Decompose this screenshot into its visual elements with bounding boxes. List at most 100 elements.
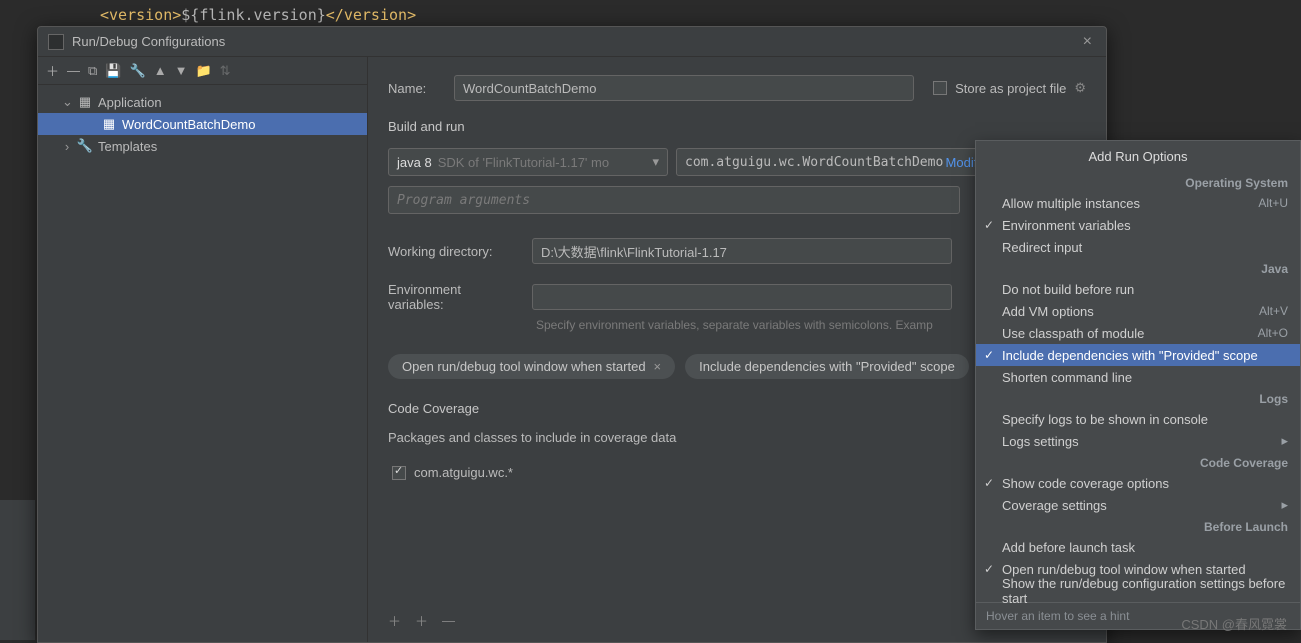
menu-item-label: Include dependencies with "Provided" sco…: [1002, 348, 1258, 363]
menu-section-head: Code Coverage: [976, 452, 1300, 472]
jre-value: java 8: [397, 155, 432, 170]
menu-item-label: Allow multiple instances: [1002, 196, 1140, 211]
menu-item[interactable]: Redirect input: [976, 236, 1300, 258]
menu-item-label: Open run/debug tool window when started: [1002, 562, 1246, 577]
tree-node-templates[interactable]: › 🔧 Templates: [38, 135, 367, 157]
working-dir-input[interactable]: [532, 238, 952, 264]
run-debug-dialog: Run/Debug Configurations × ＋ — ⧉ 💾 🔧 ▲ ▼…: [37, 26, 1107, 643]
menu-item[interactable]: Show the run/debug configuration setting…: [976, 580, 1300, 602]
close-icon[interactable]: ×: [1079, 33, 1096, 51]
chevron-right-icon[interactable]: ›: [62, 139, 72, 154]
check-icon: ✓: [984, 218, 994, 232]
copy-icon[interactable]: ⧉: [88, 63, 97, 79]
menu-item-hotkey: Alt+U: [1258, 196, 1288, 210]
watermark: CSDN @春风霓裳: [1181, 614, 1287, 633]
name-label: Name:: [388, 81, 440, 96]
application-icon: ▦: [78, 95, 92, 109]
run-config-icon: ▦: [102, 117, 116, 131]
build-and-run-heading: Build and run: [388, 119, 1086, 134]
xml-bracket: <: [100, 6, 109, 24]
save-icon[interactable]: 💾: [105, 63, 121, 79]
menu-section-head: Logs: [976, 388, 1300, 408]
add-package-icon[interactable]: ＋: [415, 611, 428, 630]
sort-icon[interactable]: ⇅: [220, 63, 231, 79]
store-label: Store as project file: [955, 81, 1066, 96]
chip-open-tool-window[interactable]: Open run/debug tool window when started …: [388, 354, 675, 379]
down-icon[interactable]: ▼: [175, 63, 188, 78]
program-arguments-input[interactable]: Program arguments: [388, 186, 960, 214]
xml-bracket: >: [172, 6, 181, 24]
chevron-down-icon[interactable]: ⌄: [62, 94, 72, 110]
menu-item[interactable]: Use classpath of module Alt+O: [976, 322, 1300, 344]
chevron-right-icon: ▸: [1281, 497, 1288, 513]
left-edge-strip: [0, 500, 36, 640]
menu-item[interactable]: ✓ Environment variables: [976, 214, 1300, 236]
menu-item-label: Show the run/debug configuration setting…: [1002, 576, 1288, 606]
store-as-project-file[interactable]: Store as project file ⚙: [933, 80, 1086, 96]
menu-item[interactable]: Allow multiple instances Alt+U: [976, 192, 1300, 214]
menu-item[interactable]: ✓Include dependencies with "Provided" sc…: [976, 344, 1300, 366]
checkbox-icon[interactable]: [933, 81, 947, 95]
tree-label: WordCountBatchDemo: [122, 117, 255, 132]
folder-icon[interactable]: 📁: [195, 63, 211, 79]
config-tree-panel: ＋ — ⧉ 💾 🔧 ▲ ▼ 📁 ⇅ ⌄ ▦ Application ▦: [38, 57, 368, 642]
add-class-icon[interactable]: ＋: [388, 611, 401, 630]
menu-item-label: Use classpath of module: [1002, 326, 1144, 341]
menu-item-label: Redirect input: [1002, 240, 1082, 255]
jre-description: SDK of 'FlinkTutorial-1.17' mo: [438, 155, 653, 170]
xml-bracket: </: [326, 6, 344, 24]
menu-item-label: Shorten command line: [1002, 370, 1132, 385]
chip-label: Open run/debug tool window when started: [402, 359, 646, 374]
xml-tag: version: [344, 6, 407, 24]
menu-item-hotkey: Alt+O: [1258, 326, 1288, 340]
menu-item-hotkey: Alt+V: [1259, 304, 1288, 318]
program-arguments-placeholder: Program arguments: [397, 193, 530, 208]
chevron-down-icon: ▾: [652, 154, 659, 170]
env-label: Environment variables:: [388, 282, 518, 312]
menu-item-label: Specify logs to be shown in console: [1002, 412, 1208, 427]
chip-label: Include dependencies with "Provided" sco…: [699, 359, 955, 374]
remove-icon[interactable]: —: [67, 63, 80, 78]
menu-item[interactable]: Do not build before run: [976, 278, 1300, 300]
tree-node-application[interactable]: ⌄ ▦ Application: [38, 91, 367, 113]
menu-item-label: Do not build before run: [1002, 282, 1134, 297]
xml-text: ${flink.version}: [181, 6, 326, 24]
dialog-title: Run/Debug Configurations: [72, 34, 1079, 49]
menu-item[interactable]: ✓ Show code coverage options: [976, 472, 1300, 494]
dialog-body: ＋ — ⧉ 💾 🔧 ▲ ▼ 📁 ⇅ ⌄ ▦ Application ▦: [38, 57, 1106, 642]
menu-item[interactable]: Add before launch task: [976, 536, 1300, 558]
menu-item[interactable]: Logs settings▸: [976, 430, 1300, 452]
up-icon[interactable]: ▲: [154, 63, 167, 78]
menu-item-label: Environment variables: [1002, 218, 1131, 233]
tree-node-wordcount[interactable]: ▦ WordCountBatchDemo: [38, 113, 367, 135]
checkbox-checked-icon[interactable]: [392, 466, 406, 480]
add-icon[interactable]: ＋: [46, 61, 59, 80]
menu-item[interactable]: Shorten command line: [976, 366, 1300, 388]
coverage-item-label: com.atguigu.wc.*: [414, 465, 513, 480]
settings-icon[interactable]: 🔧: [130, 63, 146, 79]
coverage-toolbar: ＋ ＋ —: [388, 611, 455, 630]
name-input[interactable]: [454, 75, 914, 101]
menu-title: Add Run Options: [976, 141, 1300, 172]
menu-section-head: Before Launch: [976, 516, 1300, 536]
tree-toolbar: ＋ — ⧉ 💾 🔧 ▲ ▼ 📁 ⇅: [38, 57, 367, 85]
remove-icon[interactable]: —: [442, 613, 455, 628]
main-class-value: com.atguigu.wc.WordCountBatchDemo: [685, 155, 943, 170]
name-row: Name: Store as project file ⚙: [388, 75, 1086, 101]
env-variables-input[interactable]: [532, 284, 952, 310]
jre-select[interactable]: java 8 SDK of 'FlinkTutorial-1.17' mo ▾: [388, 148, 668, 176]
chevron-right-icon: ▸: [1281, 433, 1288, 449]
menu-item-label: Show code coverage options: [1002, 476, 1169, 491]
menu-item[interactable]: Coverage settings▸: [976, 494, 1300, 516]
menu-item[interactable]: Add VM optionsAlt+V: [976, 300, 1300, 322]
dialog-titlebar: Run/Debug Configurations ×: [38, 27, 1106, 57]
chip-provided-scope[interactable]: Include dependencies with "Provided" sco…: [685, 354, 969, 379]
tree-label: Application: [98, 95, 162, 110]
close-icon[interactable]: ×: [654, 359, 662, 374]
menu-item[interactable]: Specify logs to be shown in console: [976, 408, 1300, 430]
app-icon: [48, 34, 64, 50]
gear-icon[interactable]: ⚙: [1074, 80, 1086, 96]
check-icon: ✓: [984, 476, 994, 490]
xml-tag: version: [109, 6, 172, 24]
menu-section-head: Java: [976, 258, 1300, 278]
